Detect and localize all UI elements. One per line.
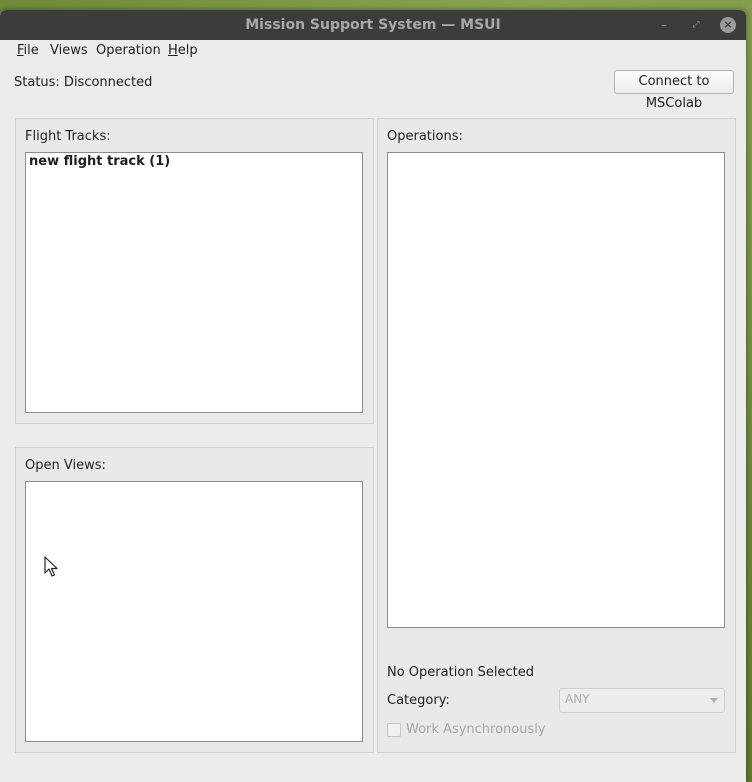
flight-tracks-list[interactable]: new flight track (1) xyxy=(25,152,363,413)
category-select[interactable]: ANY xyxy=(559,688,725,713)
menu-bar: File Views Operation Help xyxy=(0,40,746,62)
operation-selection-status: No Operation Selected xyxy=(387,665,534,680)
window-title: Mission Support System — MSUI xyxy=(245,17,501,33)
menu-operation[interactable]: Operation xyxy=(95,42,162,60)
operations-label: Operations: xyxy=(387,129,463,144)
menu-help-label: elp xyxy=(177,43,198,58)
menu-views[interactable]: Views xyxy=(49,42,89,60)
work-async-label: Work Asynchronously xyxy=(406,722,546,737)
menu-views-label: Views xyxy=(50,43,88,58)
category-label: Category: xyxy=(387,693,450,708)
maximize-icon[interactable]: ⤢ xyxy=(688,17,704,33)
menu-help-mnemonic: H xyxy=(168,43,178,58)
minimize-icon[interactable]: – xyxy=(656,17,672,33)
menu-operation-label: Operation xyxy=(96,43,161,58)
title-bar[interactable]: Mission Support System — MSUI – ⤢ × xyxy=(0,10,746,40)
operations-list[interactable] xyxy=(387,152,725,628)
menu-help[interactable]: Help xyxy=(167,42,199,60)
menu-file[interactable]: File xyxy=(16,42,40,60)
mouse-cursor-icon xyxy=(44,556,58,577)
msui-window: Mission Support System — MSUI – ⤢ × File… xyxy=(0,10,746,782)
menu-file-label: ile xyxy=(23,43,39,58)
flight-tracks-label: Flight Tracks: xyxy=(25,129,111,144)
open-views-group: Open Views: xyxy=(15,447,374,753)
close-icon[interactable]: × xyxy=(720,17,736,33)
open-views-label: Open Views: xyxy=(25,458,106,473)
flight-tracks-group: Flight Tracks: new flight track (1) xyxy=(15,118,374,424)
category-select-value: ANY xyxy=(565,692,590,706)
connection-status: Status: Disconnected xyxy=(14,75,153,90)
chevron-down-icon xyxy=(710,698,718,703)
open-views-list[interactable] xyxy=(25,481,363,742)
work-async-checkbox[interactable] xyxy=(387,723,401,737)
list-item[interactable]: new flight track (1) xyxy=(29,154,170,169)
operations-group: Operations: xyxy=(377,118,736,753)
connect-mscolab-button[interactable]: Connect to MSColab xyxy=(614,70,734,111)
